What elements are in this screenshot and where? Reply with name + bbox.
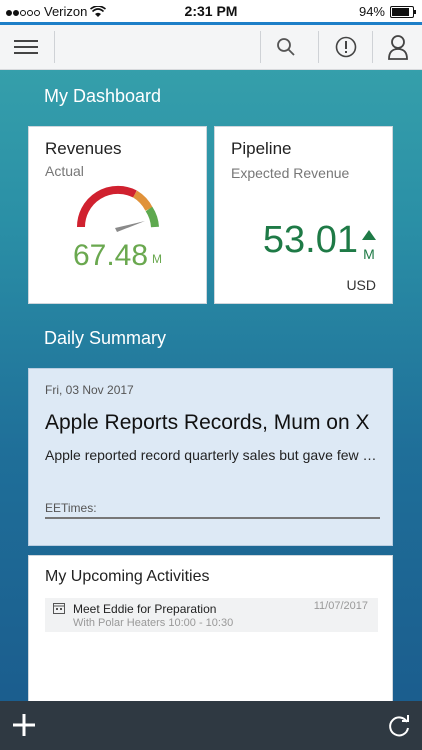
news-source: EETimes:: [45, 501, 97, 515]
trend-up-icon: [362, 230, 376, 240]
bottom-bar: [0, 701, 422, 750]
pipeline-value: 53.01 M: [263, 219, 376, 262]
refresh-icon[interactable]: [386, 713, 412, 739]
pipeline-title: Pipeline: [231, 139, 292, 158]
revenues-subtitle: Actual: [45, 163, 84, 179]
pipeline-number: 53.01: [262, 219, 358, 261]
news-date: Fri, 03 Nov 2017: [45, 383, 134, 397]
revenues-number: 67.48: [72, 239, 149, 272]
news-snippet: Apple reported record quarterly sales bu…: [45, 447, 380, 463]
activities-card: My Upcoming Activities Meet Eddie for Pr…: [28, 555, 393, 705]
pipeline-subtitle: Expected Revenue: [231, 165, 350, 181]
user-icon[interactable]: [378, 31, 418, 63]
news-headline: Apple Reports Records, Mum on X: [45, 411, 370, 434]
revenues-title: Revenues: [45, 139, 122, 158]
divider: [45, 517, 380, 519]
revenues-value: 67.48 M: [29, 239, 206, 273]
revenue-gauge: [76, 185, 159, 232]
divider: [318, 31, 319, 63]
activity-title: Meet Eddie for Preparation: [73, 602, 217, 616]
dashboard-title: My Dashboard: [44, 86, 162, 106]
battery-percent: 94%: [358, 4, 385, 19]
revenues-card[interactable]: Revenues Actual 67.48 M: [28, 126, 207, 304]
divider: [260, 31, 261, 63]
summary-title: Daily Summary: [44, 328, 167, 348]
search-icon[interactable]: [266, 31, 306, 63]
activity-subtitle: With Polar Heaters 10:00 - 10:30: [73, 617, 234, 629]
add-icon[interactable]: [10, 711, 38, 739]
activity-item[interactable]: Meet Eddie for Preparation With Polar He…: [45, 598, 378, 632]
battery-info: 94%: [358, 4, 416, 19]
calendar-icon: [53, 603, 65, 614]
top-bar: [0, 25, 422, 70]
battery-icon: [390, 5, 416, 18]
divider: [54, 31, 55, 63]
activity-date: 11/07/2017: [313, 600, 368, 612]
divider: [372, 31, 373, 63]
news-card[interactable]: Fri, 03 Nov 2017 Apple Reports Records, …: [28, 368, 393, 546]
menu-icon[interactable]: [14, 37, 38, 57]
activities-title: My Upcoming Activities: [45, 568, 210, 585]
pipeline-currency: USD: [346, 277, 376, 293]
pipeline-card[interactable]: Pipeline Expected Revenue 53.01 M USD: [214, 126, 393, 304]
alert-icon[interactable]: [326, 31, 366, 63]
status-bar: Verizon 2:31 PM 94%: [0, 0, 422, 22]
pipeline-unit: M: [363, 246, 375, 262]
revenues-unit: M: [152, 252, 163, 266]
